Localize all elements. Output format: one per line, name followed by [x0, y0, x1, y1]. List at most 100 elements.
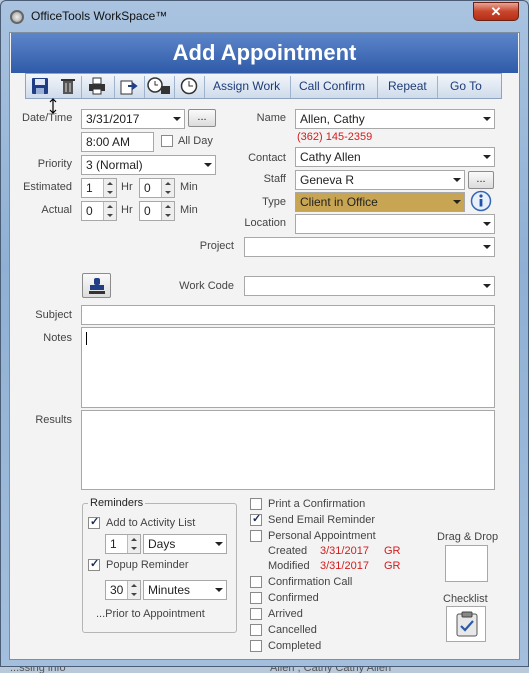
contact-value: Cathy Allen — [300, 150, 361, 164]
toolbar-separator — [114, 76, 115, 98]
chevron-down-icon — [453, 200, 461, 204]
confirmation-call-checkbox[interactable] — [250, 576, 262, 588]
notes-label: Notes — [43, 332, 72, 344]
results-textarea[interactable] — [81, 410, 495, 490]
spinner-arrows-icon — [161, 202, 174, 220]
date-dropdown[interactable]: 3/31/2017 — [81, 109, 185, 129]
popup-count-stepper[interactable]: 30 — [105, 580, 141, 600]
add-to-activity-checkbox[interactable] — [88, 515, 100, 529]
estimated-hr-stepper[interactable]: 1 — [81, 178, 117, 198]
save-icon[interactable] — [31, 77, 49, 95]
chevron-down-icon — [453, 178, 461, 182]
staff-browse-button[interactable]: ... — [468, 171, 494, 189]
subject-label: Subject — [35, 309, 72, 321]
location-dropdown[interactable] — [295, 214, 495, 234]
modified-date: 3/31/2017 — [320, 560, 369, 572]
info-icon[interactable] — [470, 190, 492, 212]
staff-dropdown[interactable]: Geneva R — [295, 170, 465, 190]
results-label: Results — [35, 414, 72, 426]
chevron-down-icon — [173, 117, 181, 121]
contact-dropdown[interactable]: Cathy Allen — [295, 147, 495, 167]
spinner-arrows-icon — [103, 202, 116, 220]
chevron-down-icon — [215, 588, 223, 592]
type-value: Client in Office — [300, 195, 378, 209]
created-by: GR — [384, 545, 401, 557]
delete-icon[interactable] — [59, 77, 77, 95]
toolbar-separator — [204, 76, 205, 98]
chevron-down-icon — [483, 284, 491, 288]
send-email-checkbox[interactable] — [250, 512, 262, 526]
go-to-button[interactable]: Go To — [450, 79, 482, 93]
created-label: Created — [268, 545, 308, 557]
prior-to-appointment-label: ...Prior to Appointment — [96, 608, 205, 620]
spinner-arrows-icon — [127, 535, 140, 553]
name-label: Name — [256, 112, 286, 124]
clock-icon[interactable] — [180, 77, 198, 95]
confirmed-checkbox[interactable] — [250, 592, 262, 604]
cancelled-label: Cancelled — [268, 624, 317, 636]
stamp-button[interactable] — [82, 273, 111, 298]
name-value: Allen, Cathy — [300, 112, 365, 126]
estimated-label: Estimated — [23, 181, 72, 193]
actual-hr-stepper[interactable]: 0 — [81, 201, 117, 221]
drag-drop-area[interactable] — [445, 545, 488, 582]
created-date: 3/31/2017 — [320, 545, 369, 557]
close-button[interactable]: ✕ — [473, 2, 519, 21]
priority-dropdown[interactable]: 3 (Normal) — [81, 155, 216, 175]
repeat-button[interactable]: Repeat — [388, 79, 427, 93]
clock-group-icon[interactable] — [147, 77, 171, 95]
assign-work-button[interactable]: Assign Work — [213, 79, 280, 93]
work-code-dropdown[interactable] — [244, 276, 495, 296]
toolbar: Assign Work Call Confirm Repeat Go To — [25, 73, 502, 99]
toolbar-separator — [377, 76, 378, 98]
send-email-label: Send Email Reminder — [268, 514, 375, 526]
staff-label: Staff — [263, 173, 286, 185]
project-dropdown[interactable] — [244, 237, 495, 257]
arrived-checkbox[interactable] — [250, 608, 262, 620]
actual-min-stepper[interactable]: 0 — [139, 201, 175, 221]
export-icon[interactable] — [120, 77, 138, 95]
actual-hr-value: 0 — [86, 204, 93, 218]
activity-unit-dropdown[interactable]: Days — [143, 534, 227, 554]
all-day-checkbox[interactable] — [161, 135, 173, 147]
activity-unit-value: Days — [148, 537, 176, 551]
toolbar-separator — [437, 76, 438, 98]
personal-appointment-checkbox[interactable] — [250, 530, 262, 542]
cancelled-checkbox[interactable] — [250, 624, 262, 636]
popup-unit-dropdown[interactable]: Minutes — [143, 580, 227, 600]
completed-checkbox[interactable] — [250, 640, 262, 652]
app-icon — [10, 10, 24, 24]
estimated-hr-value: 1 — [86, 181, 93, 195]
chevron-down-icon — [483, 155, 491, 159]
subject-input[interactable] — [81, 305, 495, 325]
spinner-arrows-icon — [127, 581, 140, 599]
toolbar-separator — [174, 76, 175, 98]
activity-count-stepper[interactable]: 1 — [105, 534, 141, 554]
confirmation-call-label: Confirmation Call — [268, 576, 353, 588]
print-confirmation-checkbox[interactable] — [250, 498, 262, 510]
notes-textarea[interactable] — [81, 327, 495, 408]
actual-min-value: 0 — [144, 204, 151, 218]
type-dropdown[interactable]: Client in Office — [295, 192, 465, 212]
min-label: Min — [180, 204, 198, 216]
print-icon[interactable] — [88, 77, 106, 95]
toolbar-separator — [144, 76, 145, 98]
popup-reminder-checkbox[interactable] — [88, 557, 100, 571]
actual-label: Actual — [41, 204, 72, 216]
estimated-min-stepper[interactable]: 0 — [139, 178, 175, 198]
add-to-activity-label: Add to Activity List — [106, 517, 196, 529]
clipboard-icon — [456, 611, 478, 637]
date-value: 3/31/2017 — [86, 112, 140, 126]
estimated-min-value: 0 — [144, 181, 151, 195]
arrived-label: Arrived — [268, 608, 303, 620]
date-browse-button[interactable]: ... — [188, 109, 216, 127]
chevron-down-icon — [483, 222, 491, 226]
call-confirm-button[interactable]: Call Confirm — [299, 79, 365, 93]
chevron-down-icon — [483, 117, 491, 121]
modified-label: Modified — [268, 560, 310, 572]
text-cursor — [86, 332, 87, 345]
checklist-button[interactable] — [446, 606, 486, 642]
time-field[interactable]: 8:00 AM — [81, 132, 154, 152]
name-dropdown[interactable]: Allen, Cathy — [295, 109, 495, 129]
spinner-arrows-icon — [161, 179, 174, 197]
